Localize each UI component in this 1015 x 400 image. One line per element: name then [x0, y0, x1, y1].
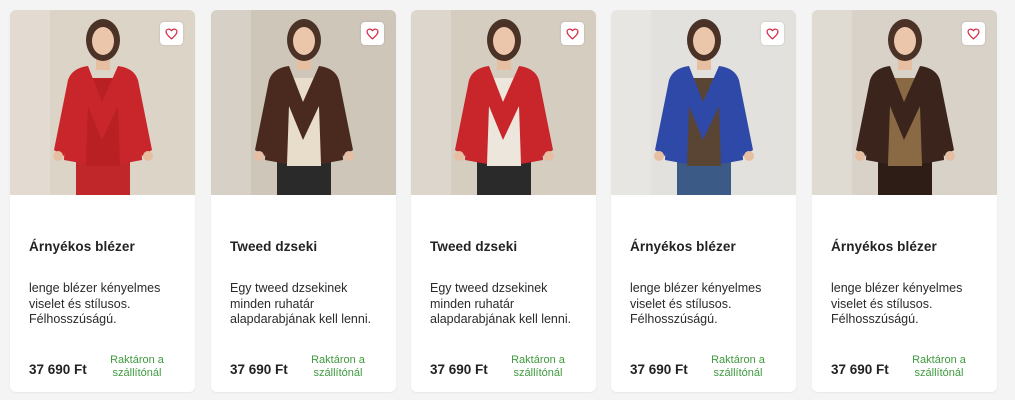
product-card[interactable]: Árnyékos blézer lenge blézer kényelmes v… — [611, 10, 796, 392]
heart-icon — [366, 27, 379, 40]
product-card[interactable]: Tweed dzseki Egy tweed dzsekinek minden … — [411, 10, 596, 392]
product-name[interactable]: Árnyékos blézer — [831, 239, 937, 254]
heart-icon — [967, 27, 980, 40]
favorite-button[interactable] — [361, 22, 384, 45]
product-description: lenge blézer kényelmes viselet és stílus… — [630, 281, 762, 326]
heart-icon — [165, 27, 178, 40]
heart-icon — [566, 27, 579, 40]
product-price: 37 690 Ft — [630, 362, 688, 377]
product-price: 37 690 Ft — [831, 362, 889, 377]
product-price: 37 690 Ft — [230, 362, 288, 377]
stock-status: Raktáron a szállítónál — [511, 354, 565, 379]
product-price: 37 690 Ft — [430, 362, 488, 377]
product-description: lenge blézer kényelmes viselet és stílus… — [831, 281, 963, 326]
product-name[interactable]: Tweed dzseki — [230, 239, 317, 254]
stock-status: Raktáron a szállítónál — [311, 354, 365, 379]
product-card[interactable]: Árnyékos blézer lenge blézer kényelmes v… — [812, 10, 997, 392]
product-name[interactable]: Árnyékos blézer — [29, 239, 135, 254]
stock-status: Raktáron a szállítónál — [711, 354, 765, 379]
product-card[interactable]: Árnyékos blézer lenge blézer kényelmes v… — [10, 10, 195, 392]
product-card[interactable]: Tweed dzseki Egy tweed dzsekinek minden … — [211, 10, 396, 392]
favorite-button[interactable] — [962, 22, 985, 45]
product-name[interactable]: Tweed dzseki — [430, 239, 517, 254]
product-price: 37 690 Ft — [29, 362, 87, 377]
favorite-button[interactable] — [761, 22, 784, 45]
favorite-button[interactable] — [561, 22, 584, 45]
product-description: Egy tweed dzsekinek minden ruhatár alapd… — [430, 281, 572, 326]
product-name[interactable]: Árnyékos blézer — [630, 239, 736, 254]
product-description: Egy tweed dzsekinek minden ruhatár alapd… — [230, 281, 372, 326]
product-description: lenge blézer kényelmes viselet és stílus… — [29, 281, 161, 326]
heart-icon — [766, 27, 779, 40]
product-row: Árnyékos blézer lenge blézer kényelmes v… — [0, 0, 1015, 400]
stock-status: Raktáron a szállítónál — [912, 354, 966, 379]
favorite-button[interactable] — [160, 22, 183, 45]
stock-status: Raktáron a szállítónál — [110, 354, 164, 379]
